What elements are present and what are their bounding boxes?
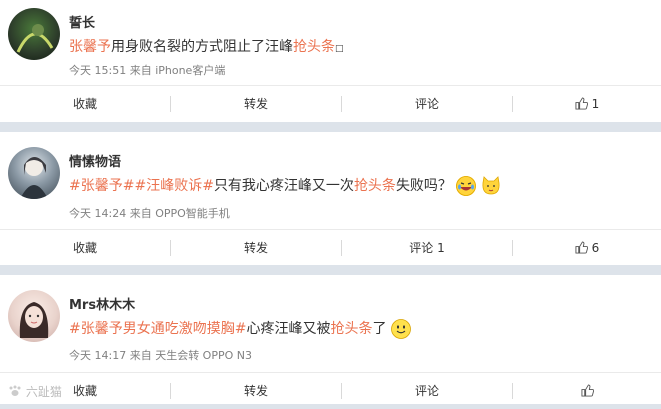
- thumbs-up-icon: [575, 97, 588, 110]
- thumbs-up-icon: [575, 241, 588, 254]
- avatar[interactable]: [8, 147, 60, 199]
- topic-link[interactable]: #汪峰败诉#: [134, 178, 213, 194]
- action-bar: 收藏 转发 评论 1 6: [0, 229, 661, 266]
- paw-icon: [9, 385, 21, 396]
- like-button[interactable]: 1: [513, 86, 661, 122]
- topic-link[interactable]: 张馨予: [69, 39, 111, 55]
- post-text-segment: □: [335, 44, 344, 54]
- keyword-link[interactable]: 抢头条: [330, 321, 372, 337]
- favorite-button[interactable]: 收藏: [0, 230, 170, 266]
- post-card: 情愫物语 #张馨予##汪峰败诉#只有我心疼汪峰又一次抢头条失败吗？ 今天 14:…: [0, 132, 661, 265]
- post-meta: 今天 14:17 来自 天生会转 OPPO N3: [69, 349, 252, 362]
- watermark-text: 六趾猫: [25, 385, 62, 399]
- cat-emoji: [481, 176, 501, 196]
- topic-link[interactable]: #张馨予#: [69, 178, 134, 194]
- keyword-link[interactable]: 抢头条: [293, 39, 335, 55]
- watermark: 六趾猫: [8, 383, 62, 400]
- action-bar: 收藏 转发 评论 1: [0, 85, 661, 122]
- post-text: #张馨予男女通吃激吻摸胸#心疼汪峰又被抢头条了: [69, 318, 411, 339]
- post-text-segment: 了: [372, 321, 387, 337]
- post-text-segment: 只有我心疼汪峰又一次: [213, 178, 354, 194]
- keyword-link[interactable]: 抢头条: [354, 178, 396, 194]
- post-text: 张馨予用身败名裂的方式阻止了汪峰抢头条□: [69, 36, 344, 56]
- post-text-segment: 心疼汪峰又被: [246, 321, 331, 337]
- smile-emoji: [391, 319, 411, 339]
- repost-button[interactable]: 转发: [171, 230, 341, 266]
- post-text-segment: 用身败名裂的方式阻止了汪峰: [111, 39, 293, 55]
- post-meta: 今天 15:51 来自 iPhone客户端: [69, 64, 226, 77]
- avatar[interactable]: [8, 8, 60, 60]
- laugh-emoji: [456, 176, 477, 196]
- thumbs-up-icon: [580, 384, 594, 397]
- comment-button[interactable]: 评论: [342, 86, 512, 122]
- post-meta: 今天 14:24 来自 OPPO智能手机: [69, 207, 230, 220]
- post-text: #张馨予##汪峰败诉#只有我心疼汪峰又一次抢头条失败吗？: [69, 175, 501, 196]
- action-bar: 收藏 转发 评论: [0, 372, 661, 409]
- topic-link[interactable]: #张馨予男女通吃激吻摸胸#: [69, 321, 246, 337]
- comment-button[interactable]: 评论 1: [342, 230, 512, 266]
- favorite-button[interactable]: 收藏: [0, 86, 170, 122]
- user-name[interactable]: 情愫物语: [69, 151, 121, 170]
- repost-button[interactable]: 转发: [171, 86, 341, 122]
- post-card: 誓长 张馨予用身败名裂的方式阻止了汪峰抢头条□ 今天 15:51 来自 iPho…: [0, 0, 661, 122]
- post-text-segment: 失败吗？: [395, 178, 452, 194]
- like-button[interactable]: 6: [513, 230, 661, 266]
- user-name[interactable]: 誓长: [69, 12, 95, 31]
- avatar[interactable]: [8, 290, 60, 342]
- post-card: Mrs林木木 #张馨予男女通吃激吻摸胸#心疼汪峰又被抢头条了 今天 14:17 …: [0, 275, 661, 404]
- like-count: 6: [591, 241, 600, 255]
- like-count: 1: [591, 97, 600, 111]
- user-name[interactable]: Mrs林木木: [69, 294, 135, 313]
